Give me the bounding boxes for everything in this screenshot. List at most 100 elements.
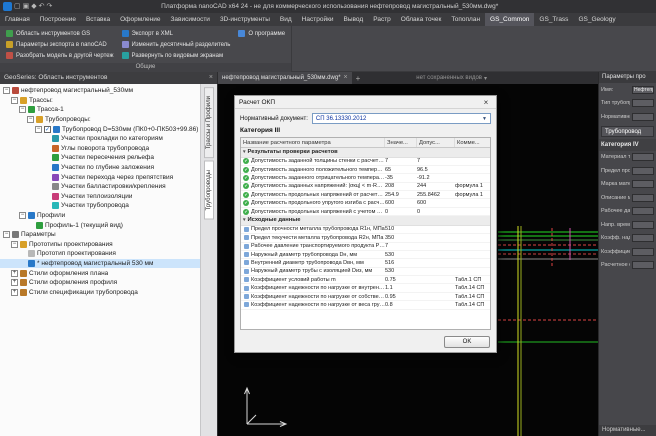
property-input[interactable] [632,207,654,215]
property-input[interactable] [632,194,654,202]
table-row[interactable]: Предел текучести металла трубопровода R2… [241,234,490,242]
open-file-icon[interactable]: ▣ [23,2,30,11]
tree-item[interactable]: Прототип проектирования [0,249,200,259]
group-row[interactable]: ▾Результаты проверки расчетов [241,148,490,158]
dialog-titlebar[interactable]: Расчет ОКП × [235,96,496,109]
table-row[interactable]: ✔Допустимость заданных напряжений: |σкц|… [241,183,490,191]
tree-item[interactable]: Участки теплоизоляции [0,192,200,202]
table-row[interactable]: Внутренний диаметр трубопровода Dвн, мм5… [241,259,490,267]
ribbon-button[interactable]: Параметры экспорта в nanoCAD [6,39,114,50]
ribbon-tab[interactable]: Настройки [297,13,339,26]
table-row[interactable]: Коэффициент надежности по нагрузке от вн… [241,284,490,292]
collapse-icon[interactable]: − [11,97,18,104]
panel-vertical-tab[interactable]: Трубопроводы [204,161,214,220]
expand-icon[interactable]: + [11,270,18,277]
normative-documents-button[interactable]: Нормативные... [599,425,656,436]
ribbon-tab[interactable]: Топоплан [446,13,485,26]
new-tab-icon[interactable]: + [352,74,365,83]
ribbon-tab[interactable]: Построение [35,13,81,26]
tree-item[interactable]: +Стили спецификации трубопровода [0,287,200,297]
collapse-icon[interactable]: − [19,106,26,113]
table-row[interactable]: Коэффициент надежности по нагрузке от ве… [241,301,490,309]
close-panel-icon[interactable]: × [209,72,213,84]
ribbon-tab[interactable]: Вставка [81,13,115,26]
ok-button[interactable]: OK [444,336,490,348]
ribbon-button[interactable]: О программе [238,28,285,39]
collapse-icon[interactable]: − [19,212,26,219]
tree-item[interactable]: Углы поворота трубопровода [0,144,200,154]
tree-item[interactable]: −Прототипы проектирования [0,240,200,250]
ribbon-button[interactable]: Развернуть по видовым экранам [122,50,231,61]
property-input[interactable] [632,221,654,229]
panel-vertical-tab[interactable]: Трассы и Профили [204,87,214,158]
tree-item[interactable]: −нефтепровод магистральный_530мм [0,86,200,96]
collapse-icon[interactable]: − [35,126,42,133]
tree-item[interactable]: −Профили [0,211,200,221]
collapse-icon[interactable]: − [11,241,18,248]
table-row[interactable]: Коэффициент условий работы m0.75Табл.1 С… [241,276,490,284]
table-row[interactable]: Наружный диаметр трубопровода Dн, мм530 [241,251,490,259]
panel-tab-pipeline[interactable]: Трубопровод [601,126,654,137]
ribbon-tab[interactable]: 3D-инструменты [215,13,275,26]
property-input[interactable] [632,113,654,121]
normative-document-select[interactable]: СП 36.13330.2012 ▼ [312,113,491,124]
ribbon-tab[interactable]: GS_Trass [534,13,573,26]
table-row[interactable]: Наружный диаметр трубы с изоляцией Dиз, … [241,268,490,276]
collapse-icon[interactable]: − [27,116,34,123]
property-input[interactable] [632,234,654,242]
tree-item[interactable]: −Трасса-1 [0,105,200,115]
table-row[interactable]: ✔Допустимость продольного упругого изгиб… [241,199,490,207]
tree-item[interactable]: −Параметры [0,230,200,240]
property-input[interactable] [632,99,654,107]
ribbon-tab[interactable]: Вид [275,13,297,26]
new-file-icon[interactable]: ▢ [14,2,21,11]
tree-item[interactable]: Участки пересечения рельефа [0,153,200,163]
tree-item[interactable]: Участки по глубине заложения [0,163,200,173]
ribbon-tab[interactable]: Растр [368,13,396,26]
property-input[interactable] [632,261,654,269]
undo-icon[interactable]: ↶ [39,2,45,11]
expand-icon[interactable]: + [11,279,18,286]
save-icon[interactable]: ◆ [31,2,36,11]
checkbox-checked-icon[interactable]: ✓ [44,126,51,133]
tree-item[interactable]: Участки прокладки по категориям [0,134,200,144]
tree-item[interactable]: −✓Трубопровод D=530мм (ПК0+0-ПК503+99.86… [0,124,200,134]
model-canvas[interactable]: Расчет ОКП × Нормативный документ: СП 36… [218,84,598,436]
tree-item[interactable]: * нефтепровод магистральный 530 мм [0,259,200,269]
table-row[interactable]: ✔Допустимость заданной толщины стенки с … [241,158,490,166]
tree-item[interactable]: −Трубопроводы: [0,115,200,125]
saved-views-dropdown[interactable]: нет сохраненных видов ▾ [416,75,487,82]
tree-item[interactable]: +Стили оформления профиля [0,278,200,288]
dialog-close-icon[interactable]: × [480,98,492,107]
tree-item[interactable]: Профиль-1 (текущий вид) [0,220,200,230]
ribbon-tab[interactable]: Главная [0,13,35,26]
table-row[interactable]: ✔Допустимость заданного положительного т… [241,166,490,174]
table-row[interactable]: Коэффициент надежности по нагрузке от со… [241,293,490,301]
property-input[interactable] [632,180,654,188]
table-row[interactable]: ✔Допустимость продольных напряжений с уч… [241,208,490,216]
ribbon-tab[interactable]: GS_Geology [573,13,620,26]
tree-item[interactable]: Участки трубопровода [0,201,200,211]
ribbon-button[interactable]: Разобрать модель в другой чертеж [6,50,114,61]
ribbon-tab[interactable]: GS_Common [485,13,534,26]
ribbon-button[interactable]: Область инструментов GS [6,28,114,39]
ribbon-button[interactable]: Изменить десятичный разделитель [122,39,231,50]
close-tab-icon[interactable]: × [344,72,348,84]
redo-icon[interactable]: ↷ [47,2,53,11]
tree-item[interactable]: −Трассы: [0,96,200,106]
table-row[interactable]: Предел прочности металла трубопровода R1… [241,226,490,234]
ribbon-tab[interactable]: Зависимости [165,13,214,26]
property-input[interactable] [632,153,654,161]
ribbon-tab[interactable]: Облака точек [396,13,447,26]
ribbon-button[interactable]: Экспорт в XML [122,28,231,39]
ribbon-tab[interactable]: Оформление [115,13,165,26]
collapse-icon[interactable]: − [3,87,10,94]
property-input[interactable] [632,248,654,256]
collapse-icon[interactable]: − [3,231,10,238]
expand-icon[interactable]: + [11,289,18,296]
tree-item[interactable]: +Стили оформления плана [0,268,200,278]
ribbon-tab[interactable]: Вывод [339,13,369,26]
tree-item[interactable]: Участки балластировки/крепления [0,182,200,192]
table-row[interactable]: ✔Допустимость продольных напряжений от р… [241,191,490,199]
group-row[interactable]: ▾Исходные данные [241,216,490,226]
